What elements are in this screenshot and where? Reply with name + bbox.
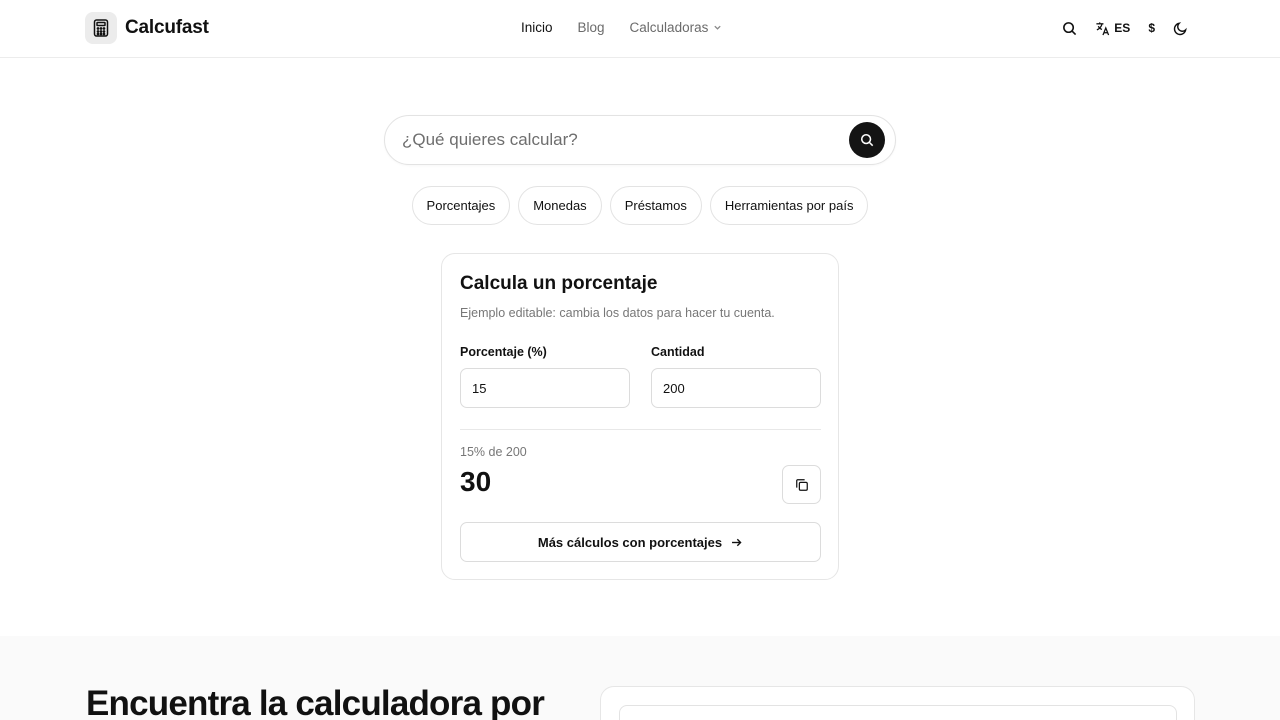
arrow-right-icon	[732, 538, 742, 546]
nav-item-calculadoras[interactable]: Calculadoras	[630, 20, 723, 35]
language-code: ES	[1114, 21, 1131, 35]
card-title: Calcula un porcentaje	[460, 273, 658, 294]
percentage-calculator-card: Calcula un porcentaje Ejemplo editable: …	[441, 253, 839, 580]
chip-prestamos[interactable]: Préstamos	[609, 186, 702, 225]
currency-button[interactable]: $	[1148, 16, 1155, 40]
search-icon	[1063, 21, 1077, 35]
search-icon	[860, 133, 874, 147]
brand-logo[interactable]: Calcufast	[85, 12, 209, 44]
amount-field	[651, 368, 821, 408]
card-divider	[460, 429, 821, 430]
copy-icon	[795, 478, 808, 491]
language-button[interactable]: ES	[1095, 16, 1130, 40]
chip-herramientas-por-pais[interactable]: Herramientas por país	[709, 186, 869, 225]
finder-panel	[600, 686, 1195, 720]
percent-field	[460, 368, 630, 408]
result-label: 15% de 200	[460, 445, 527, 459]
copy-result-button[interactable]	[782, 465, 821, 504]
finder-input[interactable]	[619, 705, 1177, 720]
nav-item-calculadoras-label: Calculadoras	[629, 20, 709, 35]
calculator-icon	[85, 12, 117, 44]
main-nav: Inicio Blog Calculadoras	[521, 20, 722, 35]
theme-toggle[interactable]	[1173, 16, 1188, 40]
percent-label: Porcentaje (%)	[460, 345, 547, 359]
search-button[interactable]	[1062, 16, 1077, 40]
currency-symbol: $	[1148, 21, 1155, 35]
moon-icon	[1173, 21, 1187, 35]
brand-name: Calcufast	[125, 17, 209, 38]
find-calculator-section: Encuentra la calculadora por	[0, 636, 1280, 720]
more-percentages-button[interactable]: Más cálculos con porcentajes	[460, 522, 821, 562]
header-tools: ES $	[1062, 16, 1188, 40]
chip-porcentajes[interactable]: Porcentajes	[411, 186, 511, 225]
search-input[interactable]	[402, 116, 842, 164]
site-header: Calcufast Inicio Blog Calculadoras ES $	[0, 0, 1280, 58]
section-title: Encuentra la calculadora por	[86, 684, 545, 720]
search-submit-button[interactable]	[849, 122, 885, 158]
translate-icon	[1096, 21, 1110, 35]
percent-input[interactable]	[461, 369, 629, 407]
search-bar	[384, 115, 896, 165]
nav-item-inicio[interactable]: Inicio	[521, 20, 553, 35]
chevron-down-icon	[714, 25, 721, 30]
amount-label: Cantidad	[651, 345, 705, 359]
result-value: 30	[460, 466, 492, 497]
nav-item-blog[interactable]: Blog	[578, 20, 605, 35]
more-percentages-label: Más cálculos con porcentajes	[537, 534, 723, 550]
category-chips: Porcentajes Monedas Préstamos Herramient…	[0, 186, 1280, 225]
amount-input[interactable]	[652, 369, 820, 407]
card-subtitle: Ejemplo editable: cambia los datos para …	[460, 306, 775, 320]
chip-monedas[interactable]: Monedas	[518, 186, 602, 225]
